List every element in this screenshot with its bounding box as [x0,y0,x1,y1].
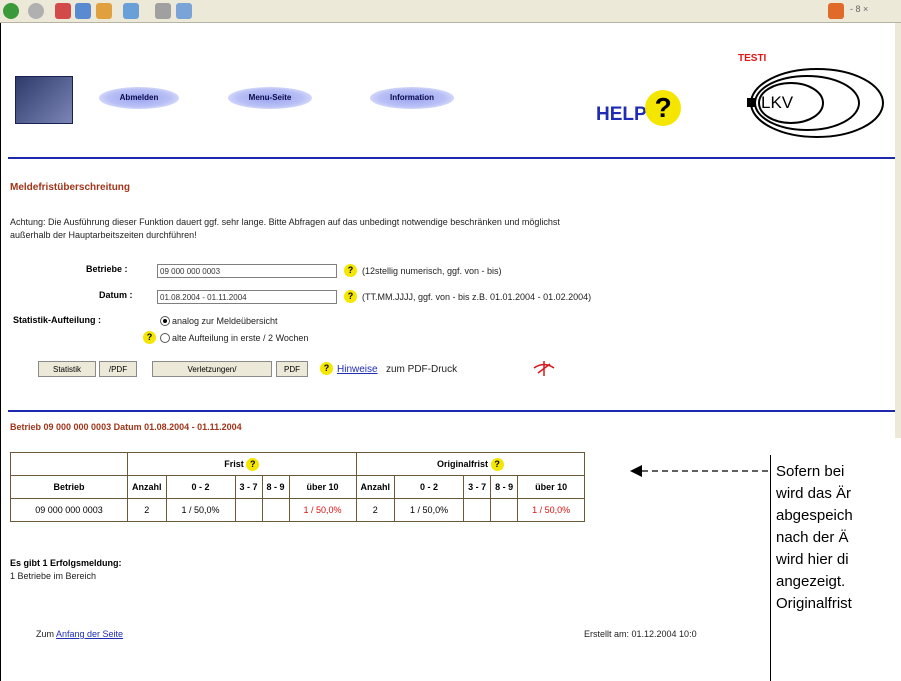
results-table: Frist ? Originalfrist ? Betrieb Anzahl 0… [10,452,586,522]
statistik-button[interactable]: Statistik [38,361,96,377]
search-icon[interactable] [123,3,139,19]
col-header: über 10 [517,475,586,499]
windows-logo-icon [828,3,844,19]
statistik-aufteilung-label: Statistik-Aufteilung : [13,315,101,325]
radio-analog[interactable] [160,316,170,326]
warning-text-line2: außerhalb der Hauptarbeitszeiten durchfü… [10,230,197,240]
table-cell: 2 [127,498,167,522]
datum-input[interactable]: 01.08.2004 - 01.11.2004 [157,290,337,304]
site-logo-left [15,76,73,124]
warning-text-line1: Achtung: Die Ausführung dieser Funktion … [10,217,560,227]
datum-hint: (TT.MM.JJJJ, ggf. von - bis z.B. 01.01.2… [362,292,592,302]
annotation-line: Sofern bei [776,463,845,480]
radio-analog-label: analog zur Meldeübersicht [172,316,278,326]
nav-menu-seite-button[interactable]: Menu-Seite [228,87,312,109]
originalfrist-help-icon[interactable]: ? [490,457,504,471]
col-header: Betrieb [10,475,128,499]
table-cell: 2 [355,498,396,522]
table-cell [234,498,263,522]
betriebe-input[interactable]: 09 000 000 0003 [157,264,337,278]
radio-alte-aufteilung[interactable] [160,333,170,343]
table-cell: 09 000 000 0003 [10,498,128,522]
table-cell: 1 / 50,0% [394,498,465,522]
col-header: 0 - 2 [165,475,236,499]
window-controls[interactable]: - 8 × [850,4,868,14]
nav-information-button[interactable]: Information [370,87,454,109]
col-header: 3 - 7 [463,475,492,499]
col-header: Anzahl [127,475,167,499]
table-cell: 1 / 50,0% [288,498,357,522]
datum-label: Datum : [99,290,133,300]
page-top-link[interactable]: Anfang der Seite [56,629,123,639]
success-text: 1 Betriebe im Bereich [10,571,97,581]
hinweise-help-icon[interactable]: ? [320,362,333,375]
datum-help-icon[interactable]: ? [344,290,357,303]
annotation-line: wird hier di [776,551,849,568]
table-cell [490,498,519,522]
lkv-logo: LKV [745,66,885,140]
table-row: 09 000 000 0003 2 1 / 50,0% 1 / 50,0% 2 … [10,498,586,522]
table-corner [10,452,128,476]
hinweise-text: zum PDF-Druck [386,364,458,375]
edit-icon[interactable] [176,3,192,19]
refresh-icon[interactable] [75,3,91,19]
table-cell [261,498,290,522]
betriebe-label: Betriebe : [86,264,128,274]
testi-label: TESTI [738,53,767,64]
help-icon: ? [645,90,682,126]
nav-abmelden-button[interactable]: Abmelden [99,87,179,109]
forward-icon[interactable] [28,3,44,19]
results-divider [8,410,895,412]
help-logo[interactable]: HELP ? [596,90,682,130]
verletzungen-button[interactable]: Verletzungen/ [152,361,272,377]
annotation-line: Originalfrist [776,595,852,612]
col-header: 8 - 9 [261,475,290,499]
print-icon[interactable] [155,3,171,19]
annotation-line: wird das Är [776,485,852,502]
radio-alte-aufteilung-label: alte Aufteilung in erste / 2 Wochen [172,333,309,343]
col-header: Anzahl [355,475,396,499]
table-cell [463,498,492,522]
result-title: Betrieb 09 000 000 0003 Datum 01.08.2004… [10,422,242,432]
hinweise-link[interactable]: Hinweise [337,364,378,375]
statistik-pdf-button[interactable]: /PDF [99,361,137,377]
created-date: Erstellt am: 01.12.2004 10:0 [584,629,697,639]
col-header: über 10 [288,475,357,499]
table-cell: 1 / 50,0% [165,498,236,522]
verletzungen-pdf-button[interactable]: PDF [276,361,308,377]
home-icon[interactable] [96,3,112,19]
header-divider [8,157,895,159]
browser-toolbar: - 8 × [0,0,901,23]
footer-link-container: Zum Anfang der Seite [36,629,124,639]
frist-help-icon[interactable]: ? [246,457,260,471]
scrollbar[interactable] [895,23,901,438]
col-header: 8 - 9 [490,475,519,499]
col-header: 3 - 7 [234,475,263,499]
betriebe-help-icon[interactable]: ? [344,264,357,277]
originalfrist-group-header: Originalfrist ? [355,452,586,476]
col-header: 0 - 2 [394,475,465,499]
annotation-line: nach der Ä [776,529,849,546]
back-icon[interactable] [3,3,19,19]
betriebe-hint: (12stellig numerisch, ggf. von - bis) [362,266,502,276]
annotation-arrow [630,464,776,477]
annotation-line: abgespeich [776,507,853,524]
success-title: Es gibt 1 Erfolgsmeldung: [10,558,122,568]
table-cell: 1 / 50,0% [517,498,586,522]
pdf-icon[interactable] [532,359,556,377]
annotation-line: angezeigt. [776,573,846,590]
page-title: Meldefristüberschreitung [10,182,131,193]
stop-icon[interactable] [55,3,71,19]
statistik-help-icon[interactable]: ? [143,331,156,344]
frist-group-header: Frist ? [127,452,357,476]
